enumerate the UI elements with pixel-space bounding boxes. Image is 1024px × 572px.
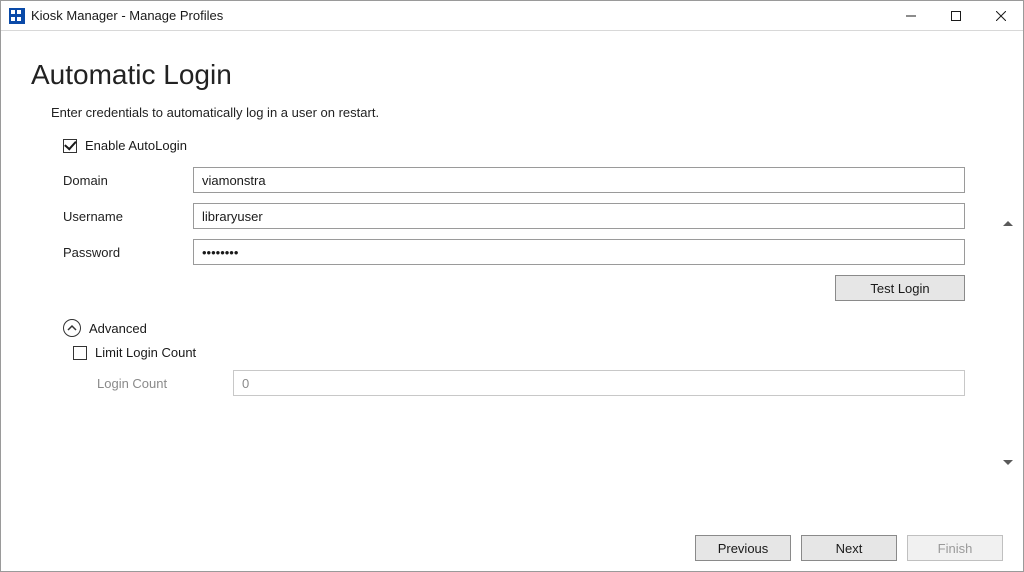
limit-login-count-label: Limit Login Count [95,345,196,360]
password-input[interactable] [193,239,965,265]
advanced-label: Advanced [89,321,147,336]
wizard-footer: Previous Next Finish [1,525,1023,571]
login-count-input [233,370,965,396]
limit-login-count-row: Limit Login Count [73,345,993,360]
domain-label: Domain [63,173,193,188]
enable-autologin-label: Enable AutoLogin [85,138,187,153]
next-button[interactable]: Next [801,535,897,561]
domain-input[interactable] [193,167,965,193]
limit-login-count-checkbox[interactable] [73,346,87,360]
app-icon [9,8,25,24]
page-title: Automatic Login [31,59,993,91]
advanced-body: Limit Login Count Login Count [71,345,993,396]
chevron-up-icon [63,319,81,337]
content-area: Automatic Login Enter credentials to aut… [1,31,1023,525]
scroll-up-icon[interactable] [1003,221,1013,226]
close-button[interactable] [978,1,1023,31]
page-subtitle: Enter credentials to automatically log i… [51,105,993,120]
finish-button: Finish [907,535,1003,561]
scroll-down-icon[interactable] [1003,460,1013,465]
minimize-button[interactable] [888,1,933,31]
advanced-expander[interactable]: Advanced [63,319,993,337]
window-title: Kiosk Manager - Manage Profiles [31,8,223,23]
enable-autologin-row: Enable AutoLogin [63,138,993,153]
test-login-button[interactable]: Test Login [835,275,965,301]
username-input[interactable] [193,203,965,229]
titlebar: Kiosk Manager - Manage Profiles [1,1,1023,31]
login-count-label: Login Count [97,376,233,391]
scroll-region [1001,221,1015,465]
credentials-form: Domain Username Password Test Login Adva… [63,167,993,404]
enable-autologin-checkbox[interactable] [63,139,77,153]
username-label: Username [63,209,193,224]
password-label: Password [63,245,193,260]
previous-button[interactable]: Previous [695,535,791,561]
window-frame: Kiosk Manager - Manage Profiles Automati… [0,0,1024,572]
maximize-button[interactable] [933,1,978,31]
